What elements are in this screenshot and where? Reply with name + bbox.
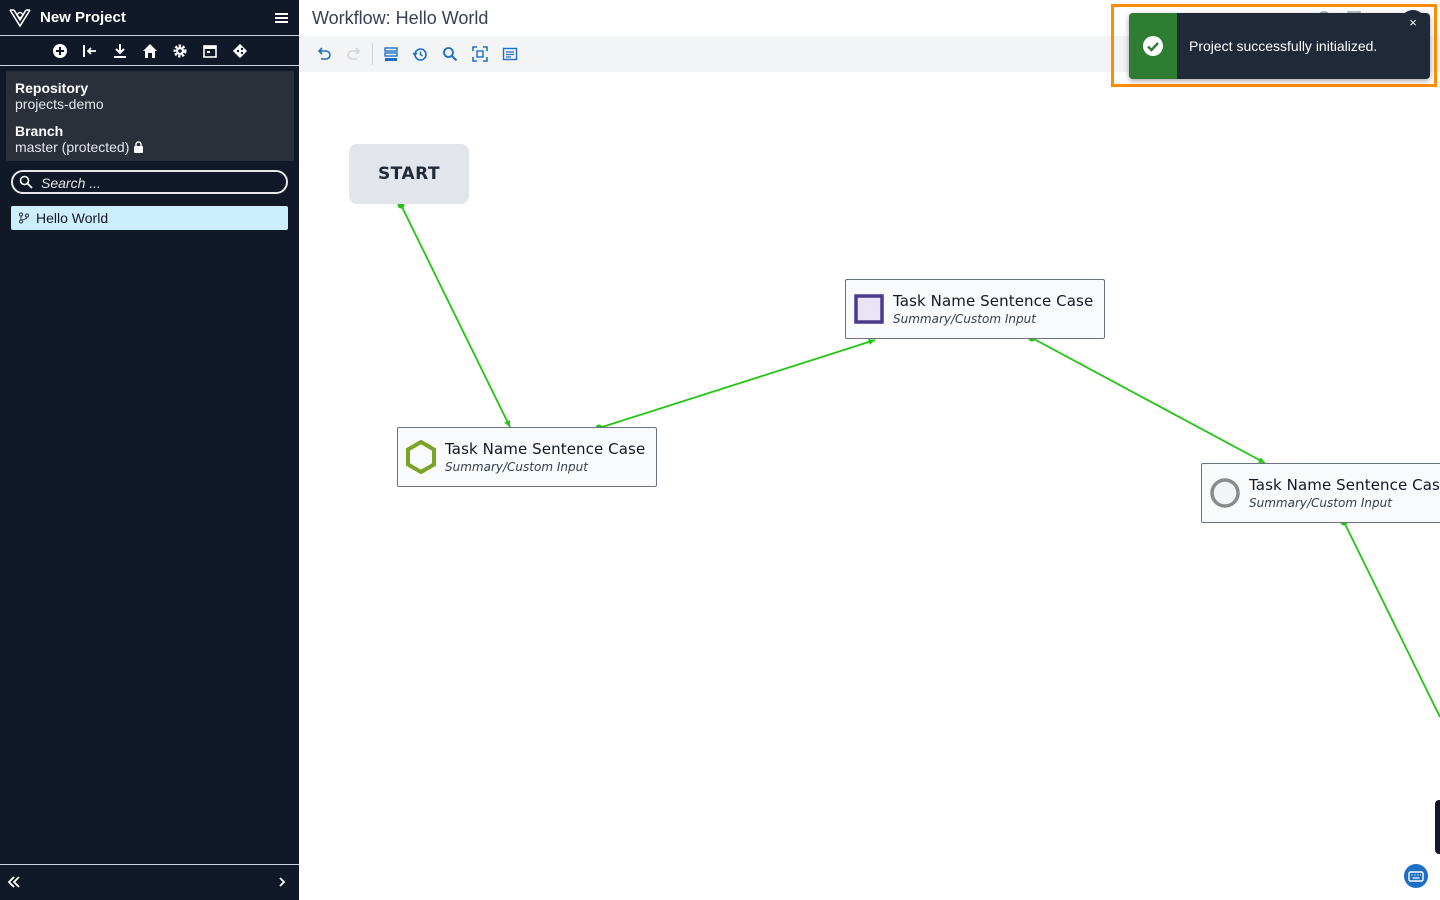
workflow-edge: [400, 204, 511, 428]
toast-close-button[interactable]: ×: [1400, 10, 1426, 36]
app-logo-icon: [9, 9, 31, 28]
workflow-edge: [1343, 521, 1440, 718]
sidebar-search[interactable]: [11, 170, 288, 194]
keyboard-shortcuts-button[interactable]: [1404, 864, 1428, 888]
redo-icon[interactable]: [346, 46, 362, 62]
search-icon: [19, 175, 33, 189]
side-panel-tab[interactable]: [1435, 800, 1440, 854]
toast-notification: Project successfully initialized.: [1129, 13, 1430, 79]
workflow-edge: [1031, 337, 1266, 464]
branch-name: master (protected): [15, 139, 130, 155]
git-icon[interactable]: [232, 43, 248, 59]
sidebar: New Project Repository projects-demo Bra…: [0, 0, 299, 900]
repository-value: projects-demo: [15, 96, 104, 112]
node-subtitle: Summary/Custom Input: [445, 460, 588, 474]
download-icon[interactable]: [112, 43, 128, 59]
calendar-icon[interactable]: [202, 43, 218, 59]
undo-icon[interactable]: [316, 46, 332, 62]
edge-arrowhead: [868, 339, 875, 345]
circle-icon: [1210, 478, 1240, 508]
lock-icon: [134, 141, 144, 153]
gear-icon[interactable]: [172, 43, 188, 59]
sidebar-footer: [0, 864, 299, 900]
app-root: New Project Repository projects-demo Bra…: [0, 0, 1440, 900]
hamburger-menu-icon[interactable]: [272, 10, 292, 26]
node-title: Task Name Sentence Case: [893, 292, 1094, 310]
fit-view-icon[interactable]: [472, 46, 488, 62]
node-subtitle: Summary/Custom Input: [893, 312, 1036, 326]
branch-value: master (protected): [15, 139, 144, 155]
search-icon[interactable]: [442, 46, 458, 62]
square-icon: [854, 294, 884, 324]
sidebar-item-label: Hello World: [36, 210, 109, 226]
home-icon[interactable]: [142, 43, 158, 59]
list-icon[interactable]: [383, 46, 399, 62]
workflow-title: Workflow: Hello World: [312, 8, 489, 28]
repository-label: Repository: [15, 80, 89, 96]
workflow-editor: Workflow: Hello World START Task Name Se…: [299, 0, 1440, 900]
search-input[interactable]: [41, 174, 281, 191]
hexagon-icon: [406, 440, 436, 474]
keyboard-icon: [1408, 871, 1424, 882]
start-node[interactable]: START: [349, 144, 469, 204]
add-icon[interactable]: [52, 43, 68, 59]
branch-label: Branch: [15, 123, 64, 139]
project-title: New Project: [40, 9, 126, 26]
workflow-edge: [598, 339, 876, 429]
task-node-1[interactable]: Task Name Sentence Case Summary/Custom I…: [397, 427, 657, 487]
sidebar-item-hello-world[interactable]: Hello World: [11, 206, 288, 230]
start-label: START: [377, 164, 441, 184]
node-title: Task Name Sentence Case: [1249, 476, 1440, 494]
notes-icon[interactable]: [502, 46, 518, 62]
node-title: Task Name Sentence Case: [445, 440, 646, 458]
import-icon[interactable]: [82, 43, 98, 59]
check-circle-icon: [1143, 36, 1163, 56]
task-node-2[interactable]: Task Name Sentence Case Summary/Custom I…: [845, 279, 1105, 339]
sidebar-toolbar: [0, 36, 299, 66]
workflow-canvas[interactable]: START Task Name Sentence Case Summary/Cu…: [299, 72, 1440, 900]
toolbar-divider: [372, 43, 373, 65]
toast-accent: [1129, 13, 1177, 79]
history-icon[interactable]: [412, 46, 428, 62]
toast-message: Project successfully initialized.: [1189, 38, 1378, 54]
repository-panel: Repository projects-demo Branch master (…: [6, 71, 294, 161]
task-node-3[interactable]: Task Name Sentence Case Summary/Custom I…: [1201, 463, 1440, 523]
node-subtitle: Summary/Custom Input: [1249, 496, 1392, 510]
sidebar-header: New Project: [0, 0, 299, 36]
toast-highlight: Project successfully initialized.: [1111, 4, 1437, 87]
collapse-sidebar-icon[interactable]: [7, 875, 21, 889]
workflow-icon: [18, 212, 30, 224]
chevron-right-icon[interactable]: [276, 875, 288, 889]
